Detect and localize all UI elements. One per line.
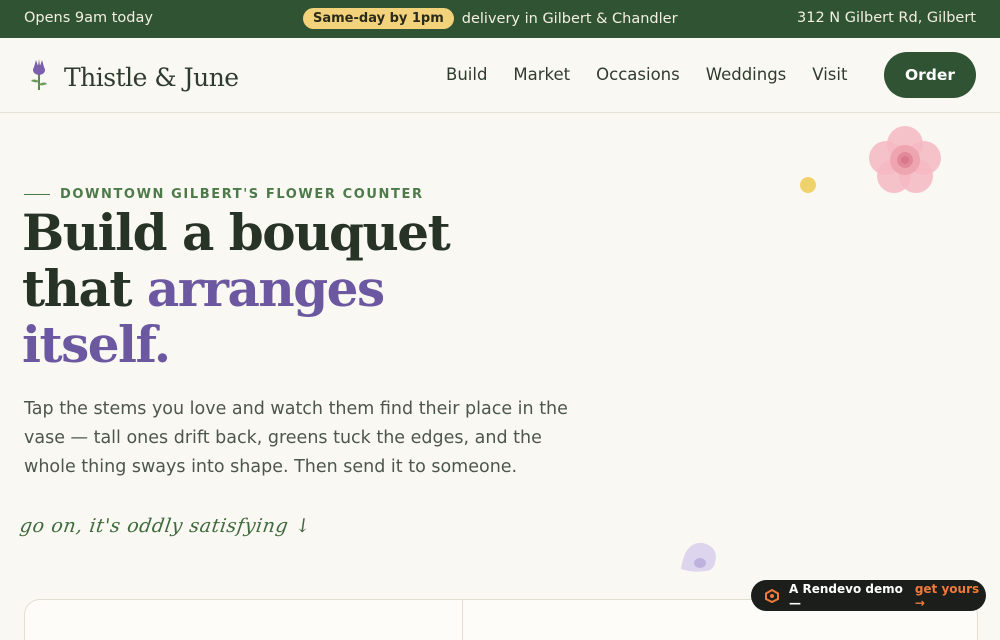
hero-headline: Build a bouquet that arranges itself. xyxy=(22,203,451,374)
main-nav: Build Market Occasions Weddings Visit xyxy=(446,65,873,84)
brand-name: Thistle & June xyxy=(64,63,239,92)
panel-divider xyxy=(462,600,463,640)
eyebrow-rule xyxy=(24,194,50,195)
get-yours-link[interactable]: get yours → xyxy=(915,582,986,610)
nav-build[interactable]: Build xyxy=(446,65,487,84)
hero-description: Tap the stems you love and watch them fi… xyxy=(24,399,568,477)
nav-weddings[interactable]: Weddings xyxy=(706,65,787,84)
nav-visit[interactable]: Visit xyxy=(812,65,847,84)
demo-badge-text: A Rendevo demo — xyxy=(789,581,903,610)
eyebrow: DOWNTOWN GILBERT'S FLOWER COUNTER xyxy=(24,187,424,202)
same-day-badge: Same-day by 1pm xyxy=(303,8,454,29)
petal-decoration xyxy=(679,539,719,580)
headline-accent-itself: itself. xyxy=(22,315,171,374)
headline-line-1: Build a bouquet xyxy=(22,203,451,262)
order-button[interactable]: Order xyxy=(884,52,976,98)
announcement-bar: Opens 9am today Same-day by 1pm delivery… xyxy=(0,0,1000,38)
headline-line-2-plain: that xyxy=(22,259,147,318)
handwritten-note: go on, it's oddly satisfying ↓ xyxy=(18,515,314,537)
delivery-notice: Same-day by 1pm delivery in Gilbert & Ch… xyxy=(303,8,678,29)
rose-decoration xyxy=(868,124,942,201)
delivery-text: delivery in Gilbert & Chandler xyxy=(461,10,678,27)
thistle-icon xyxy=(28,59,50,96)
store-address[interactable]: 312 N Gilbert Rd, Gilbert xyxy=(797,10,976,26)
nav-occasions[interactable]: Occasions xyxy=(596,65,680,84)
nav-market[interactable]: Market xyxy=(513,65,570,84)
site-header: Thistle & June Build Market Occasions We… xyxy=(0,38,1000,113)
pollen-dot xyxy=(799,176,817,199)
eyebrow-text: DOWNTOWN GILBERT'S FLOWER COUNTER xyxy=(60,187,424,202)
opening-hours: Opens 9am today xyxy=(24,10,153,26)
brand-logo[interactable]: Thistle & June xyxy=(28,59,239,96)
demo-badge[interactable]: A Rendevo demo — get yours → xyxy=(751,580,986,611)
headline-accent-arranges: arranges xyxy=(146,259,385,318)
rendevo-logo-icon xyxy=(765,588,779,603)
